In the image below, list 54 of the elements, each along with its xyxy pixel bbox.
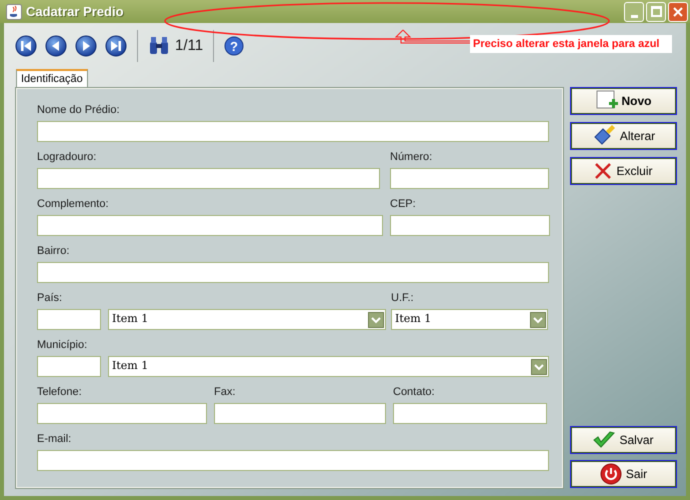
text-field[interactable] [37, 215, 383, 236]
field-label: Município: [37, 338, 88, 352]
field-label: País: [37, 291, 64, 305]
field-label: Bairro: [37, 244, 70, 258]
last-record-icon[interactable] [105, 35, 127, 57]
edit-button[interactable]: Alterar [570, 122, 677, 150]
maximize-icon [650, 6, 662, 17]
power-icon [600, 463, 622, 485]
next-icon[interactable] [75, 35, 97, 57]
delete-button[interactable]: Excluir [570, 157, 677, 185]
window-title: Cadatrar Predio [26, 2, 124, 21]
minimize-icon [630, 14, 638, 18]
text-field[interactable] [393, 403, 547, 424]
tab[interactable]: Identificação [16, 69, 88, 88]
record-counter: 1/11 [175, 36, 204, 56]
brush-icon [592, 125, 616, 147]
field-label: Contato: [393, 385, 436, 399]
combo-box[interactable]: Item 1 [108, 309, 386, 330]
text-field[interactable] [390, 168, 549, 189]
text-field[interactable] [37, 121, 549, 142]
binoculars-icon[interactable] [148, 36, 170, 56]
maximize-button[interactable] [646, 2, 666, 22]
close-button[interactable] [668, 2, 688, 22]
field-label: Telefone: [37, 385, 83, 399]
checkmark-icon [593, 431, 616, 449]
field-label: Complemento: [37, 197, 110, 211]
code-field[interactable] [37, 356, 101, 377]
field-label: Logradouro: [37, 150, 98, 164]
text-field[interactable] [37, 168, 380, 189]
text-field[interactable] [214, 403, 386, 424]
text-field[interactable] [37, 450, 549, 471]
help-icon[interactable]: ? [224, 36, 244, 56]
new-button[interactable]: Novo [570, 87, 677, 115]
close-icon [672, 6, 684, 18]
text-field[interactable] [390, 215, 550, 236]
first-record-icon[interactable] [15, 35, 37, 57]
save-button[interactable]: Salvar [570, 426, 677, 454]
field-label: Número: [390, 150, 434, 164]
code-field[interactable] [37, 309, 101, 330]
field-label: CEP: [390, 197, 417, 211]
field-label: U.F.: [391, 291, 415, 305]
combo-box[interactable]: Item 1 [391, 309, 548, 330]
java-cup-icon [6, 4, 22, 20]
field-label: E-mail: [37, 432, 72, 446]
field-label: Fax: [214, 385, 236, 399]
combo-box[interactable]: Item 1 [108, 356, 549, 377]
exit-button[interactable]: Sair [570, 460, 677, 488]
delete-x-icon [594, 162, 612, 180]
text-field[interactable] [37, 262, 549, 283]
minimize-button[interactable] [624, 2, 644, 22]
field-label: Nome do Prédio: [37, 103, 121, 117]
text-field[interactable] [37, 403, 207, 424]
previous-icon[interactable] [45, 35, 67, 57]
annotation-note: Preciso alterar esta janela para azul [470, 35, 672, 53]
